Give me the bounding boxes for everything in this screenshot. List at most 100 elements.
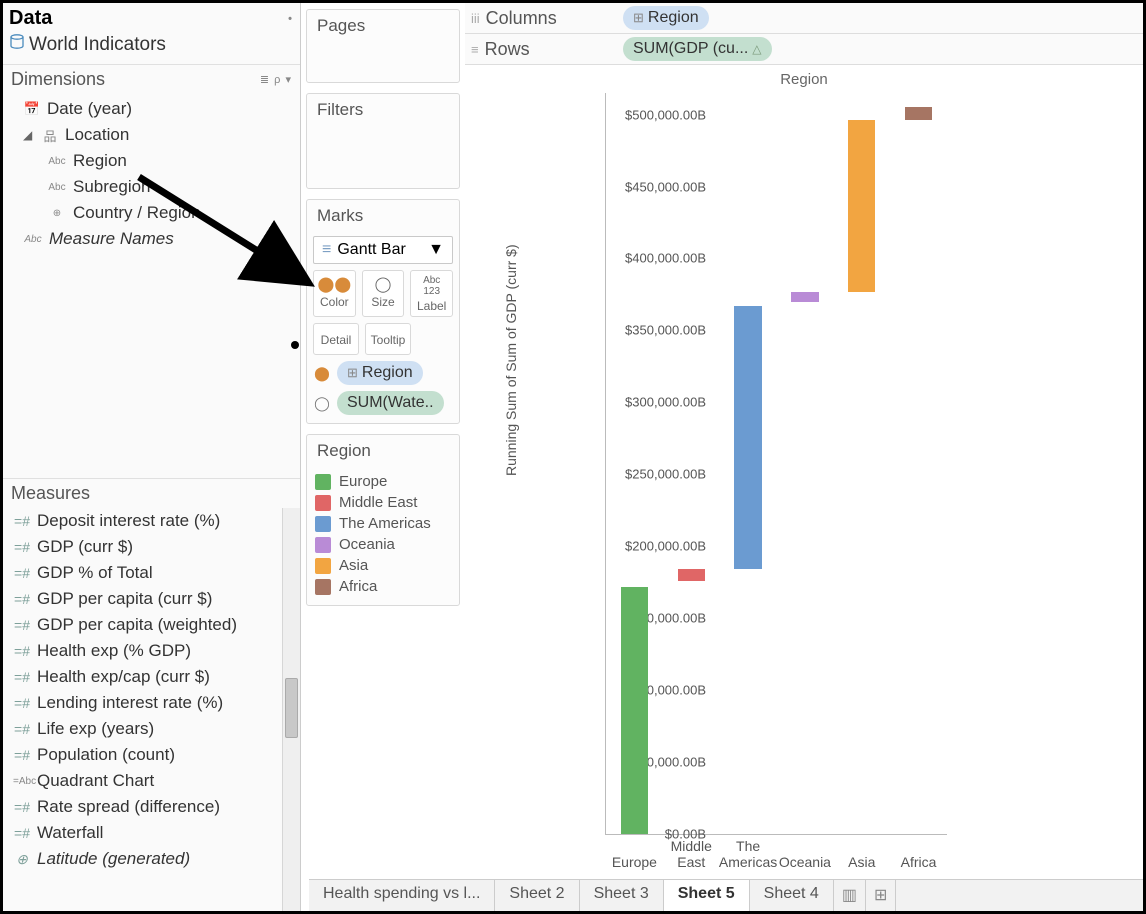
plus-icon: ⊞	[347, 365, 358, 381]
columns-pill-region[interactable]: ⊞Region	[623, 6, 709, 30]
globe-icon: ⊕	[47, 208, 67, 219]
pill-size[interactable]: SUM(Wate..	[337, 391, 444, 415]
legend-swatch	[315, 516, 331, 532]
measure-item[interactable]: ⊕Latitude (generated)	[3, 846, 300, 872]
y-tick: $500,000.00B	[606, 107, 706, 122]
legend-item[interactable]: Asia	[315, 555, 451, 576]
legend-swatch	[315, 474, 331, 490]
number-icon: =#	[13, 695, 31, 711]
measure-item[interactable]: =#Deposit interest rate (%)	[3, 508, 300, 534]
data-header: Data •	[3, 3, 300, 30]
label-icon: Abc123	[411, 275, 452, 297]
tooltip-button[interactable]: Tooltip	[365, 323, 411, 355]
measure-item[interactable]: =#Lending interest rate (%)	[3, 690, 300, 716]
sheet-tab[interactable]: Sheet 3	[580, 880, 664, 911]
annotation-dot	[291, 341, 299, 349]
measure-item[interactable]: =#GDP % of Total	[3, 560, 300, 586]
bar-the-americas[interactable]	[734, 306, 761, 569]
rows-pill-gdp[interactable]: SUM(GDP (cu... △	[623, 37, 772, 61]
data-panel: Data • World Indicators Dimensions ≣ ρ ▾…	[3, 3, 301, 911]
marktype-select[interactable]: ≡Gantt Bar ▼	[313, 236, 453, 264]
filters-shelf[interactable]: Filters	[306, 93, 460, 189]
measures-list: =#Deposit interest rate (%)=#GDP (curr $…	[3, 508, 300, 872]
measure-item[interactable]: =#Health exp (% GDP)	[3, 638, 300, 664]
legend-item[interactable]: Europe	[315, 471, 451, 492]
x-tick: Africa	[884, 854, 954, 870]
pages-shelf[interactable]: Pages	[306, 9, 460, 83]
rows-label: Rows	[485, 39, 530, 60]
marks-card: Marks ≡Gantt Bar ▼ ⬤⬤Color ◯Size Abc123L…	[306, 199, 460, 424]
measure-item[interactable]: =AbcQuadrant Chart	[3, 768, 300, 794]
legend-item[interactable]: The Americas	[315, 513, 451, 534]
dim-country[interactable]: ⊕Country / Region	[3, 200, 300, 226]
number-icon: =#	[13, 513, 31, 529]
legend-item[interactable]: Oceania	[315, 534, 451, 555]
dim-measure-names[interactable]: AbcMeasure Names	[3, 226, 300, 252]
sheet-tab[interactable]: Sheet 5	[664, 880, 750, 911]
scrollbar[interactable]	[282, 508, 300, 911]
panel-menu-icon[interactable]: •	[288, 13, 292, 25]
legend-item[interactable]: Middle East	[315, 492, 451, 513]
bar-africa[interactable]	[905, 107, 932, 120]
measure-item[interactable]: =#GDP per capita (weighted)	[3, 612, 300, 638]
viz-area[interactable]: Region Running Sum of Sum of GDP (curr $…	[465, 65, 1143, 911]
color-button[interactable]: ⬤⬤Color	[313, 270, 356, 317]
marks-label: Marks	[307, 200, 459, 232]
datasource-name: World Indicators	[29, 34, 166, 56]
sheet-tab[interactable]: Sheet 2	[495, 880, 579, 911]
pill-region-color[interactable]: ⊞Region	[337, 361, 423, 385]
legend-card: Region EuropeMiddle EastThe AmericasOcea…	[306, 434, 460, 606]
chevron-down-icon: ▼	[428, 241, 444, 259]
view-area: iiiColumns ⊞Region ≡ Rows SUM(GDP (cu... …	[465, 3, 1143, 911]
hierarchy-icon: 品	[41, 126, 59, 145]
gantt-icon: ≡	[322, 241, 331, 259]
data-title: Data	[9, 7, 52, 30]
size-button[interactable]: ◯Size	[362, 270, 405, 317]
rows-shelf[interactable]: ≡ Rows SUM(GDP (cu... △	[465, 34, 1143, 65]
caret-icon: ◢	[23, 128, 35, 142]
filters-label: Filters	[307, 94, 459, 126]
legend-item[interactable]: Africa	[315, 576, 451, 597]
sheet-tab[interactable]: Health spending vs l...	[309, 880, 495, 911]
color-icon: ⬤⬤	[314, 275, 355, 293]
dim-date[interactable]: 📅Date (year)	[3, 96, 300, 122]
number-icon: =#	[13, 617, 31, 633]
new-sheet-button[interactable]: ⊞	[866, 880, 896, 911]
measure-item[interactable]: =#Health exp/cap (curr $)	[3, 664, 300, 690]
y-axis-label: Running Sum of Sum of GDP (curr $)	[503, 244, 519, 476]
color-slot-icon: ⬤	[313, 365, 331, 382]
scrollbar-thumb[interactable]	[285, 678, 298, 738]
detail-button[interactable]: Detail	[313, 323, 359, 355]
y-tick: $300,000.00B	[606, 395, 706, 410]
calendar-icon: 📅	[23, 101, 41, 117]
dim-subregion[interactable]: AbcSubregion	[3, 174, 300, 200]
y-tick: $250,000.00B	[606, 467, 706, 482]
bar-oceania[interactable]	[791, 292, 818, 302]
rows-icon: ≡	[471, 42, 479, 57]
sheet-tab[interactable]: Sheet 4	[750, 880, 834, 911]
plot-area: $0.00B$50,000.00B$100,000.00B$150,000.00…	[605, 93, 947, 835]
dim-region[interactable]: AbcRegion	[3, 148, 300, 174]
number-icon: =#	[13, 721, 31, 737]
measure-item[interactable]: =#Population (count)	[3, 742, 300, 768]
dimensions-tools[interactable]: ≣ ρ ▾	[260, 73, 292, 86]
measure-item[interactable]: =#Life exp (years)	[3, 716, 300, 742]
number-icon: =#	[13, 565, 31, 581]
measure-item[interactable]: =#GDP per capita (curr $)	[3, 586, 300, 612]
measure-item[interactable]: =#Waterfall	[3, 820, 300, 846]
measure-item[interactable]: =#Rate spread (difference)	[3, 794, 300, 820]
measures-header: Measures	[3, 478, 300, 508]
bar-asia[interactable]	[848, 120, 875, 291]
label-button[interactable]: Abc123Label	[410, 270, 453, 317]
number-icon: =#	[13, 747, 31, 763]
bar-europe[interactable]	[621, 587, 648, 834]
abc-icon: Abc	[47, 156, 67, 167]
measure-item[interactable]: =#GDP (curr $)	[3, 534, 300, 560]
bar-middle-east[interactable]	[678, 569, 705, 581]
new-sheet-button[interactable]: ▥	[834, 880, 866, 911]
datasource-row[interactable]: World Indicators	[3, 30, 300, 64]
columns-icon: iii	[471, 11, 480, 26]
columns-shelf[interactable]: iiiColumns ⊞Region	[465, 3, 1143, 34]
plus-icon: ⊞	[633, 10, 644, 26]
dim-location[interactable]: ◢品Location	[3, 122, 300, 148]
